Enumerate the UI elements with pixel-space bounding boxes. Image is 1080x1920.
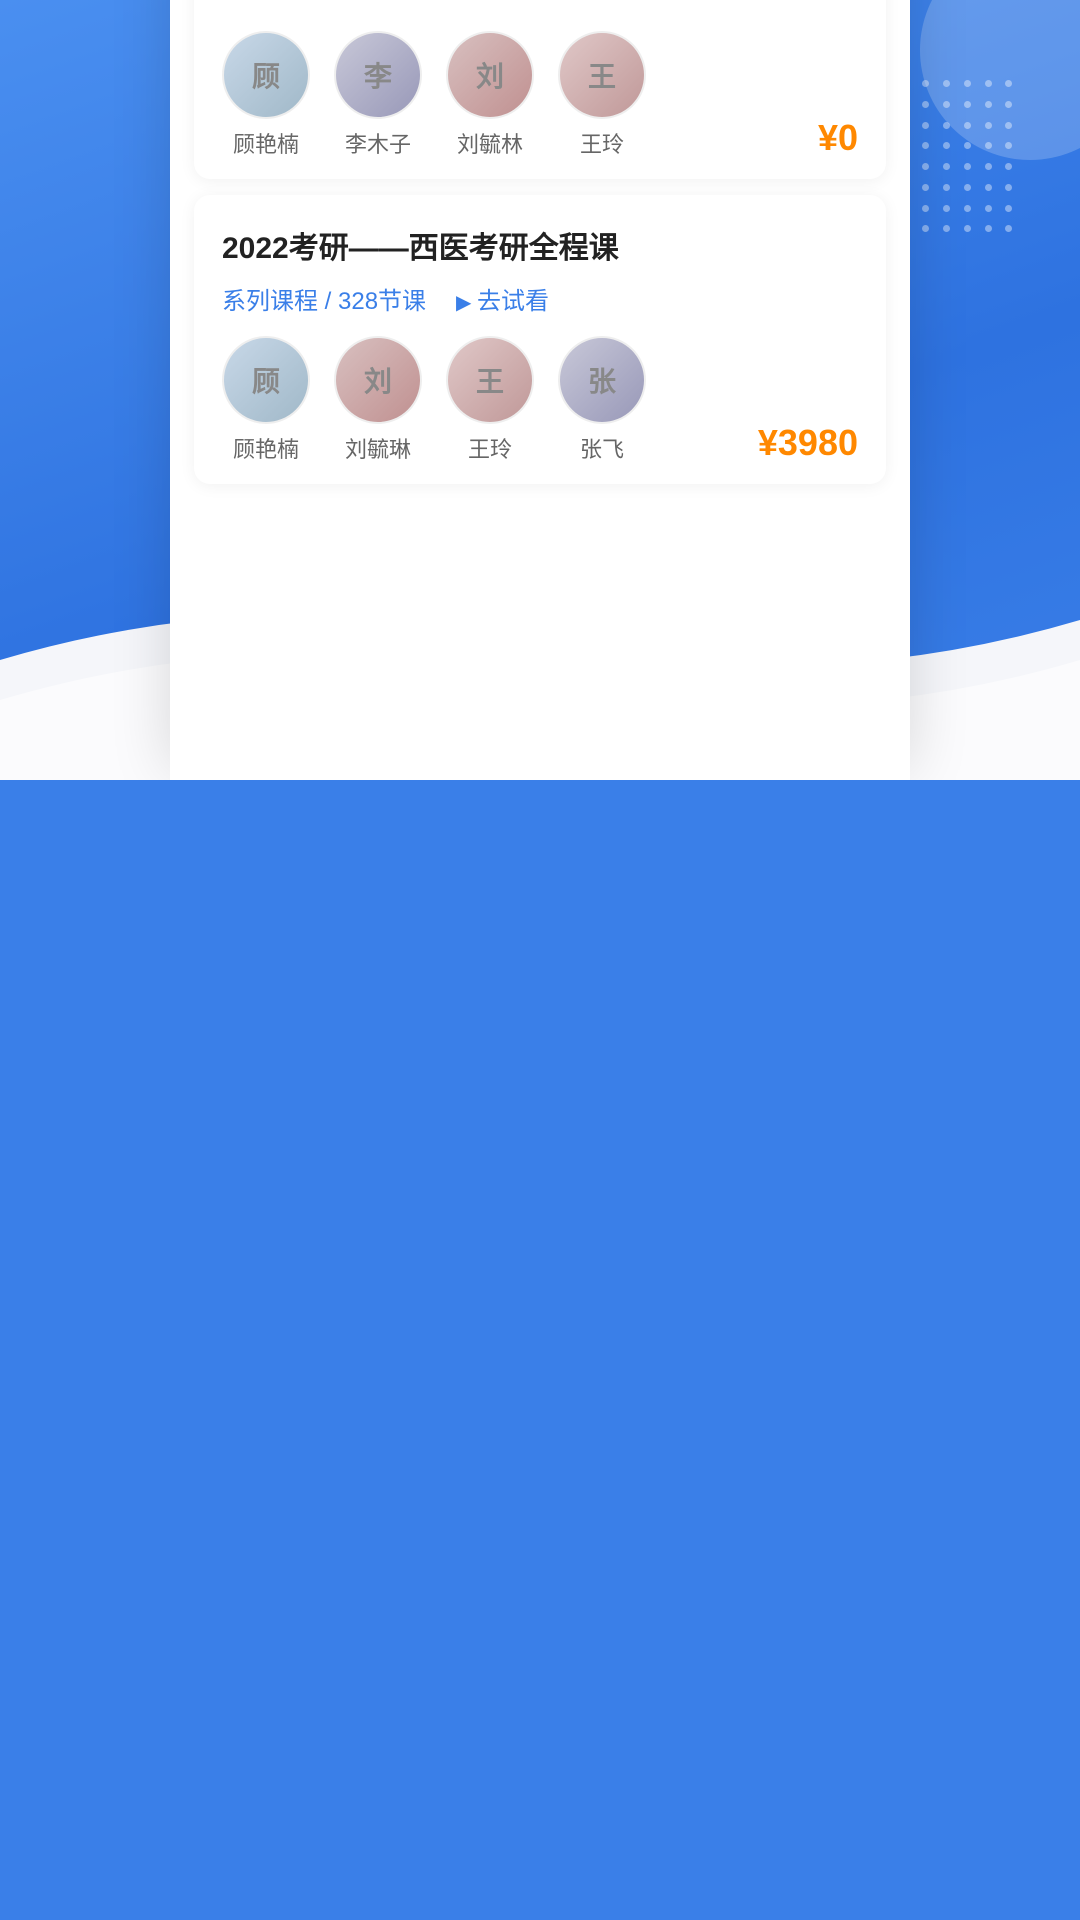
teacher-3-1: 顾 顾艳楠 xyxy=(222,336,310,464)
teacher-2-4: 王 王玲 xyxy=(558,31,646,159)
avatar-2-4: 王 xyxy=(558,31,646,119)
teacher-2-1: 顾 顾艳楠 xyxy=(222,31,310,159)
teacher-2-3: 刘 刘毓林 xyxy=(446,31,534,159)
bottom-section xyxy=(170,500,910,780)
avatar-3-4: 张 xyxy=(558,336,646,424)
teacher-3-2: 刘 刘毓琳 xyxy=(334,336,422,464)
try-watch-btn[interactable]: 去试看 xyxy=(456,281,549,316)
course-price-2: ¥0 xyxy=(818,117,858,159)
course-price-3: ¥3980 xyxy=(758,422,858,464)
avatar-3-2: 刘 xyxy=(334,336,422,424)
course-title-3: 2022考研——西医考研全程课 xyxy=(222,223,858,267)
phone-mockup: HD1HD2 4G ▮▮▮ 4G ▮▮▮ 📶 788B/s 🌐 ⏰ 🔕 87 1… xyxy=(170,0,910,780)
teacher-row-3: 顾 顾艳楠 刘 刘毓琳 王 王玲 xyxy=(222,336,858,464)
course-list: 2022考研-聚焦考前3小时 直播课 / 12节课 顾 顾艳南 刘 xyxy=(170,0,910,484)
teacher-2-2: 李 李木子 xyxy=(334,31,422,159)
avatar-2-3: 刘 xyxy=(446,31,534,119)
teacher-3-4: 张 张飞 xyxy=(558,336,646,464)
hero-section: // Will be rendered after body loads 视频课… xyxy=(0,0,1080,780)
avatar-2-2: 李 xyxy=(334,31,422,119)
avatar-3-1: 顾 xyxy=(222,336,310,424)
avatar-3-3: 王 xyxy=(446,336,534,424)
course-meta-3: 系列课程 / 328节课 去试看 xyxy=(222,281,858,316)
avatar-2-1: 顾 xyxy=(222,31,310,119)
teacher-row-2: 顾 顾艳楠 李 李木子 刘 刘毓林 xyxy=(222,31,858,159)
teacher-3-3: 王 王玲 xyxy=(446,336,534,464)
course-card-2[interactable]: 2022西医考后估分直播5科全 顾 顾艳楠 李 李木子 xyxy=(194,0,886,179)
course-card-3[interactable]: 2022考研——西医考研全程课 系列课程 / 328节课 去试看 顾 顾艳楠 刘 xyxy=(194,195,886,484)
